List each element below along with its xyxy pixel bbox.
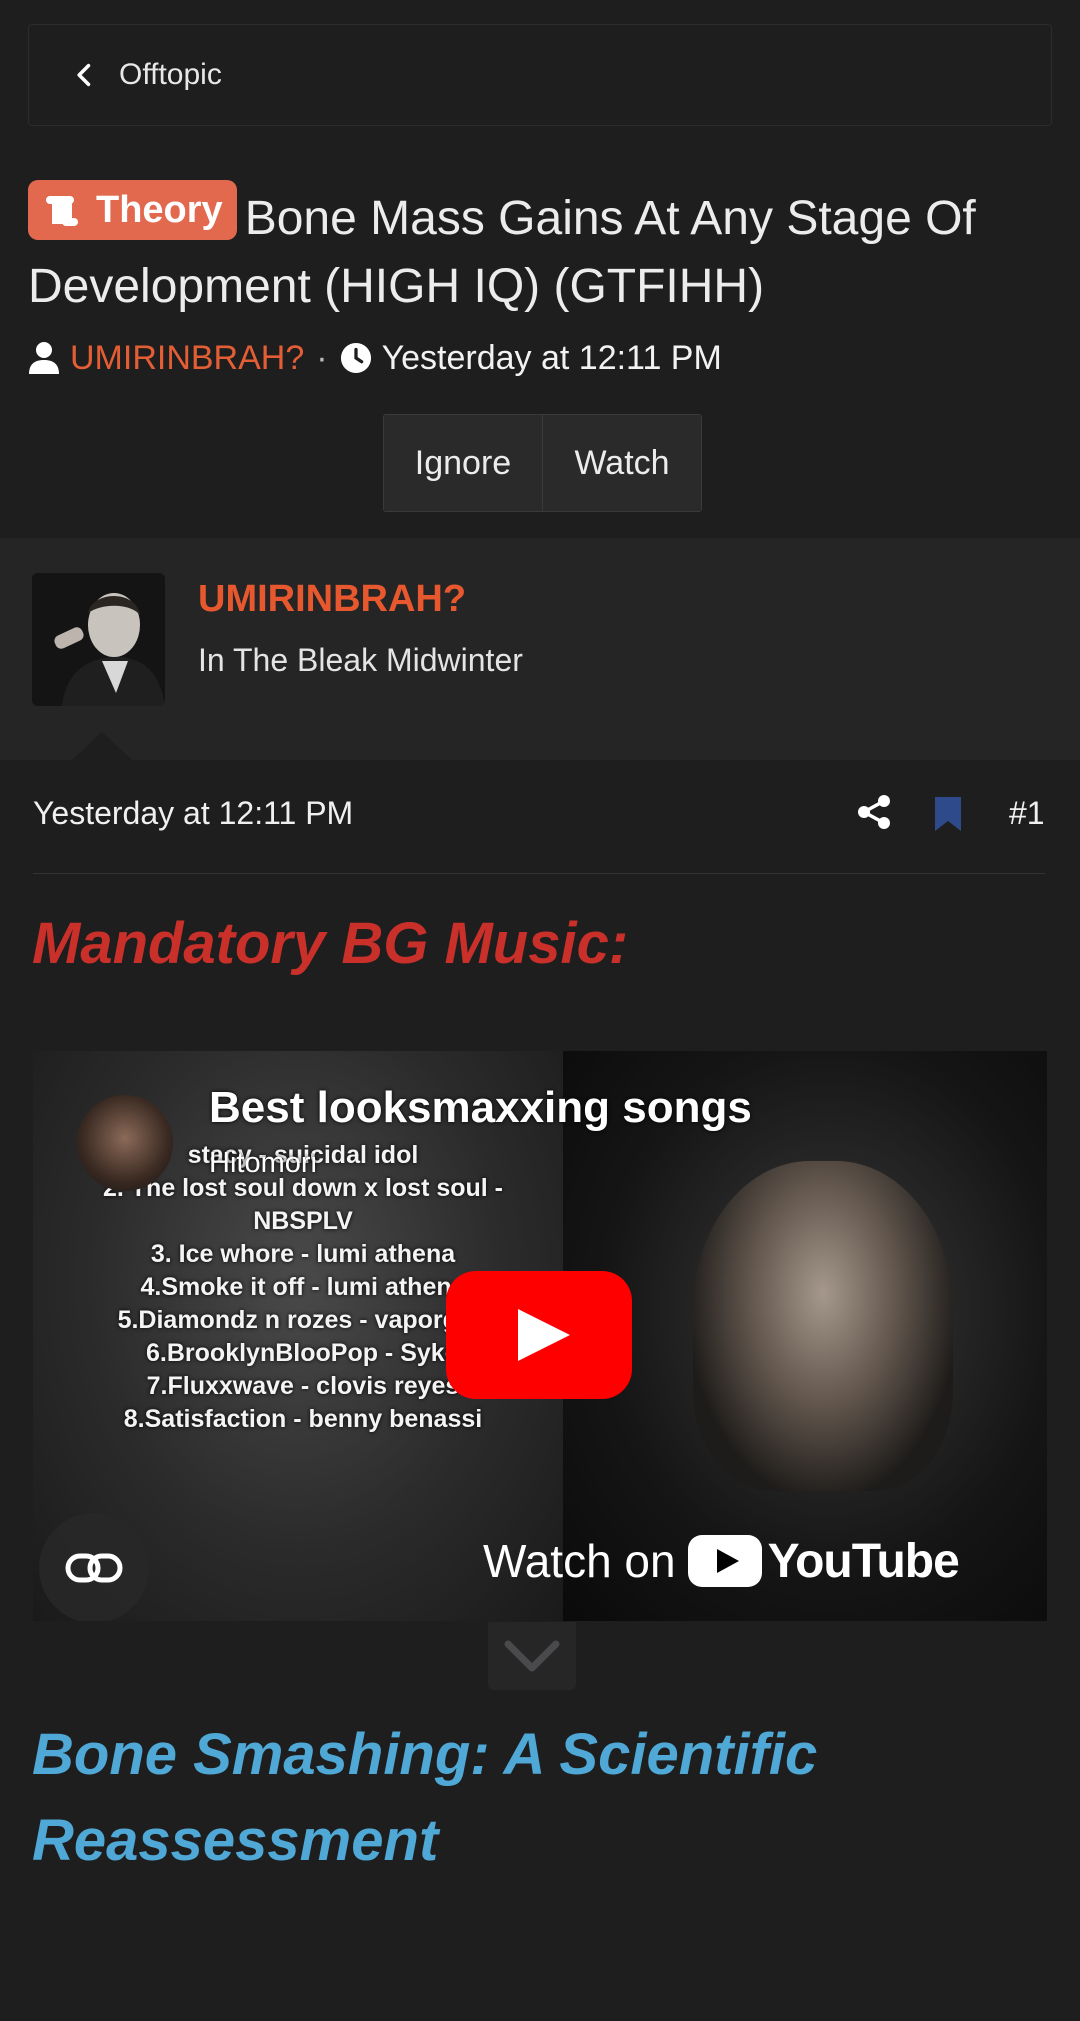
song-item: 3. Ice whore - lumi athena <box>150 1240 456 1268</box>
song-item: 8.Satisfaction - benny benassi <box>123 1405 483 1433</box>
watch-button[interactable]: Watch <box>542 415 701 511</box>
breadcrumb[interactable]: Offtopic <box>28 24 1052 126</box>
breadcrumb-label[interactable]: Offtopic <box>119 58 222 92</box>
prefix-label: Theory <box>96 189 223 231</box>
user-icon <box>29 342 59 374</box>
channel-avatar[interactable] <box>77 1095 173 1191</box>
meta-separator: · <box>316 338 328 377</box>
thread-title-block: Theory Bone Mass Gains At Any Stage Of D… <box>28 180 1058 321</box>
video-title[interactable]: Best looksmaxxing songs <box>209 1083 752 1133</box>
post-date-link[interactable]: Yesterday at 12:11 PM <box>33 795 353 832</box>
youtube-icon <box>687 1535 762 1587</box>
expand-button[interactable] <box>488 1622 576 1690</box>
post-number-link[interactable]: #1 <box>1009 795 1045 832</box>
ignore-button[interactable]: Ignore <box>384 415 542 511</box>
copy-link-button[interactable] <box>39 1513 149 1621</box>
avatar-image <box>32 573 165 706</box>
video-thumbnail-person <box>693 1161 953 1491</box>
thread-actions: Ignore Watch <box>383 414 702 512</box>
post-username-link[interactable]: UMIRINBRAH? <box>198 578 466 621</box>
avatar[interactable] <box>32 573 165 706</box>
thread-author-link[interactable]: UMIRINBRAH? <box>70 339 304 378</box>
post-user-block: UMIRINBRAH? In The Bleak Midwinter <box>0 538 1080 760</box>
scroll-icon <box>46 196 78 226</box>
video-channel[interactable]: Hitomori <box>209 1147 317 1180</box>
user-title: In The Bleak Midwinter <box>198 642 523 678</box>
link-icon <box>65 1553 123 1583</box>
youtube-embed[interactable]: stacy - suicidal idol 2. The lost soul d… <box>33 1051 1047 1621</box>
post-divider <box>33 873 1045 874</box>
bookmark-icon[interactable] <box>934 796 962 832</box>
page: Offtopic Theory Bone Mass Gains At Any S… <box>0 0 1080 2021</box>
play-button-icon[interactable] <box>446 1271 632 1399</box>
bone-smashing-heading: Bone Smashing: A Scientific Reassessment <box>32 1722 818 1873</box>
thread-date-link[interactable]: Yesterday at 12:11 PM <box>382 339 722 378</box>
clock-icon <box>340 342 371 374</box>
share-icon[interactable] <box>856 794 892 830</box>
watch-on-label: Watch on <box>483 1535 676 1587</box>
youtube-logo: YouTube <box>687 1534 960 1589</box>
user-block-pointer <box>72 732 132 760</box>
chevron-down-icon <box>504 1640 560 1672</box>
bg-music-heading: Mandatory BG Music: <box>32 911 629 976</box>
youtube-wordmark: YouTube <box>767 1534 960 1588</box>
thread-meta: UMIRINBRAH? · Yesterday at 12:11 PM <box>28 336 722 380</box>
prefix-badge[interactable]: Theory <box>28 180 237 240</box>
chevron-left-icon <box>77 63 91 87</box>
watch-on-youtube-link[interactable]: Watch on YouTube <box>483 1506 1023 1616</box>
